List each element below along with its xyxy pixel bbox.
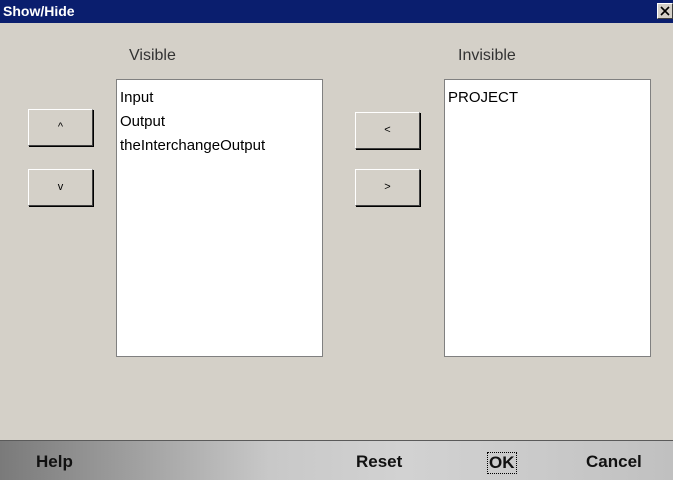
invisible-label: Invisible bbox=[458, 47, 516, 64]
invisible-listbox[interactable]: PROJECT bbox=[444, 79, 651, 357]
close-button[interactable] bbox=[657, 3, 673, 19]
cancel-button[interactable]: Cancel bbox=[586, 452, 642, 472]
window-title: Show/Hide bbox=[3, 3, 75, 19]
list-item[interactable]: theInterchangeOutput bbox=[117, 134, 322, 158]
move-to-visible-button[interactable]: < bbox=[355, 112, 420, 149]
ok-button[interactable]: OK bbox=[487, 452, 517, 474]
reset-button[interactable]: Reset bbox=[356, 452, 402, 472]
visible-label: Visible bbox=[129, 47, 176, 64]
list-item[interactable]: Input bbox=[117, 86, 322, 110]
show-hide-dialog: Show/Hide Visible Invisible Input Output… bbox=[0, 0, 675, 481]
list-item[interactable]: PROJECT bbox=[445, 86, 650, 110]
move-to-invisible-button[interactable]: > bbox=[355, 169, 420, 206]
list-item[interactable]: Output bbox=[117, 110, 322, 134]
close-icon bbox=[660, 6, 670, 16]
help-button[interactable]: Help bbox=[36, 452, 73, 472]
move-up-button[interactable]: ^ bbox=[28, 109, 93, 146]
button-bar: Help Reset OK Cancel bbox=[0, 440, 673, 480]
move-down-button[interactable]: v bbox=[28, 169, 93, 206]
visible-listbox[interactable]: Input Output theInterchangeOutput bbox=[116, 79, 323, 357]
title-bar: Show/Hide bbox=[0, 0, 673, 23]
